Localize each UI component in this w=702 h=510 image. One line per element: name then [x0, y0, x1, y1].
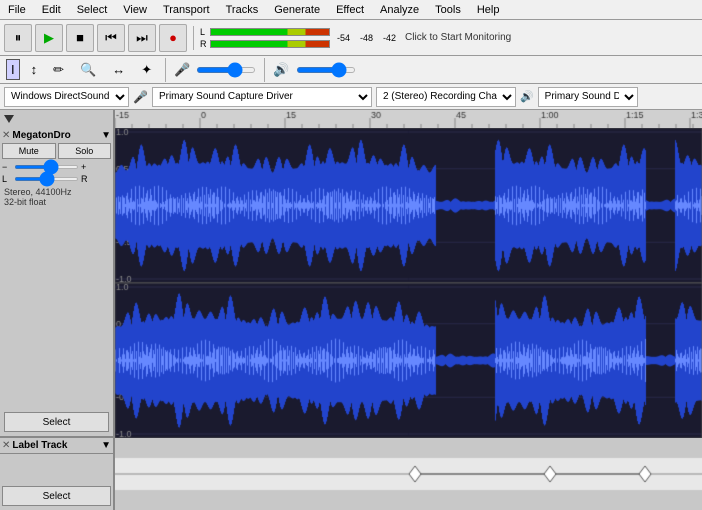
ruler-spacer	[0, 110, 115, 128]
track-arrow-button[interactable]: ▼	[101, 130, 111, 141]
pan-row: L R	[2, 174, 111, 184]
playhead-triangle	[4, 115, 14, 123]
mic-icon: 🎤	[174, 62, 190, 78]
menu-file[interactable]: File	[4, 2, 30, 18]
ruler-row	[0, 110, 702, 128]
track-bit-depth: 32-bit float	[4, 197, 109, 207]
waveform-area	[115, 128, 702, 438]
device-toolbar: Windows DirectSound 🎤 Primary Sound Capt…	[0, 84, 702, 110]
menu-generate[interactable]: Generate	[270, 2, 324, 18]
vu-mark-54: -54	[337, 33, 350, 43]
vu-scale: -54 -48 -42	[337, 33, 396, 43]
audio-track-header: ✕ MegatonDro ▼ Mute Solo − + L R Stereo,…	[0, 128, 113, 438]
tools-sep2	[264, 58, 265, 82]
pan-R-label: R	[81, 174, 91, 184]
transport-controls: ⏸ ▶ ■ ⏮ ⏭ ●	[4, 24, 187, 52]
channels-select[interactable]: 2 (Stereo) Recording Cha...	[376, 87, 516, 107]
vu-meter-section: L R -54 -48 -42 Click to Start Monitorin…	[200, 27, 511, 49]
gain-slider[interactable]	[14, 165, 79, 169]
menu-analyze[interactable]: Analyze	[376, 2, 423, 18]
tracks-area: ✕ MegatonDro ▼ Mute Solo − + L R Stereo,…	[0, 128, 702, 438]
tools-sep1	[165, 58, 166, 82]
menu-select[interactable]: Select	[73, 2, 112, 18]
vu-meter: L R	[200, 27, 330, 49]
track-panel: ✕ MegatonDro ▼ Mute Solo − + L R Stereo,…	[0, 128, 115, 438]
pan-L-label: L	[2, 174, 12, 184]
playback-host-select[interactable]: Windows DirectSound	[4, 87, 129, 107]
envelope-tool[interactable]: ↕	[26, 59, 43, 80]
output-device-select[interactable]: Primary Sound D...	[538, 87, 638, 107]
solo-button[interactable]: Solo	[58, 143, 112, 159]
ruler-canvas	[115, 110, 702, 128]
label-track-content	[115, 438, 702, 510]
stop-button[interactable]: ■	[66, 24, 94, 52]
menu-bar: File Edit Select View Transport Tracks G…	[0, 0, 702, 20]
label-track-header: ✕ Label Track ▼	[0, 438, 113, 454]
label-track-area: ✕ Label Track ▼ Select	[0, 438, 702, 510]
skip-start-button[interactable]: ⏮	[97, 24, 125, 52]
track-select-btn-row: Select	[2, 410, 111, 434]
record-button[interactable]: ●	[159, 24, 187, 52]
vu-row-L: L	[200, 27, 330, 37]
vu-bar-R	[210, 40, 330, 48]
menu-tools[interactable]: Tools	[431, 2, 465, 18]
select-tool[interactable]: I	[6, 59, 20, 80]
label-track-close[interactable]: ✕	[2, 440, 10, 451]
menu-tracks[interactable]: Tracks	[222, 2, 263, 18]
track-title-row: ✕ MegatonDro ▼	[2, 130, 111, 141]
waveform-canvas	[115, 128, 702, 438]
vu-mark-48: -48	[360, 33, 373, 43]
speaker-icon: 🔊	[273, 62, 289, 78]
gain-minus: −	[2, 162, 12, 172]
mute-solo-row: Mute Solo	[2, 143, 111, 159]
input-volume-slider[interactable]	[196, 67, 256, 73]
timeshift-tool[interactable]: ↔	[107, 59, 130, 80]
monitor-label[interactable]: Click to Start Monitoring	[405, 32, 511, 43]
vu-R-label: R	[200, 39, 208, 49]
transport-toolbar: ⏸ ▶ ■ ⏮ ⏭ ● L R -54 -48 -42 Click to Sta…	[0, 20, 702, 56]
pan-slider[interactable]	[14, 177, 79, 181]
label-track-name: Label Track	[10, 440, 101, 451]
menu-effect[interactable]: Effect	[332, 2, 368, 18]
track-select-button[interactable]: Select	[4, 412, 109, 432]
toolbar-separator	[193, 26, 194, 50]
play-button[interactable]: ▶	[35, 24, 63, 52]
mute-button[interactable]: Mute	[2, 143, 56, 159]
mic-device-icon: 🎤	[133, 90, 148, 104]
gain-plus: +	[81, 162, 86, 172]
draw-tool[interactable]: ✏	[48, 59, 69, 81]
menu-edit[interactable]: Edit	[38, 2, 65, 18]
track-info: Stereo, 44100Hz 32-bit float	[2, 187, 111, 207]
vu-bar-L	[210, 28, 330, 36]
label-track-panel: ✕ Label Track ▼ Select	[0, 438, 115, 510]
timeline-ruler	[115, 110, 702, 128]
vu-mark-42: -42	[383, 33, 396, 43]
track-close-button[interactable]: ✕	[2, 130, 10, 141]
track-name: MegatonDro	[10, 130, 101, 141]
output-volume-slider[interactable]	[296, 67, 356, 73]
input-device-select[interactable]: Primary Sound Capture Driver	[152, 87, 372, 107]
menu-transport[interactable]: Transport	[159, 2, 214, 18]
tools-toolbar: I ↕ ✏ 🔍 ↔ ✦ 🎤 🔊	[0, 56, 702, 84]
menu-view[interactable]: View	[119, 2, 151, 18]
multi-tool[interactable]: ✦	[136, 59, 157, 81]
menu-help[interactable]: Help	[473, 2, 504, 18]
label-track-canvas	[115, 438, 702, 510]
speaker-out-icon: 🔊	[520, 90, 534, 103]
label-track-arrow[interactable]: ▼	[101, 440, 111, 451]
zoom-tool[interactable]: 🔍	[75, 59, 101, 81]
label-select-row: Select	[0, 482, 113, 510]
vu-row-R: R	[200, 39, 330, 49]
pause-button[interactable]: ⏸	[4, 24, 32, 52]
track-sample-rate: Stereo, 44100Hz	[4, 187, 109, 197]
vu-L-label: L	[200, 27, 208, 37]
skip-end-button[interactable]: ⏭	[128, 24, 156, 52]
label-select-button[interactable]: Select	[2, 486, 111, 506]
